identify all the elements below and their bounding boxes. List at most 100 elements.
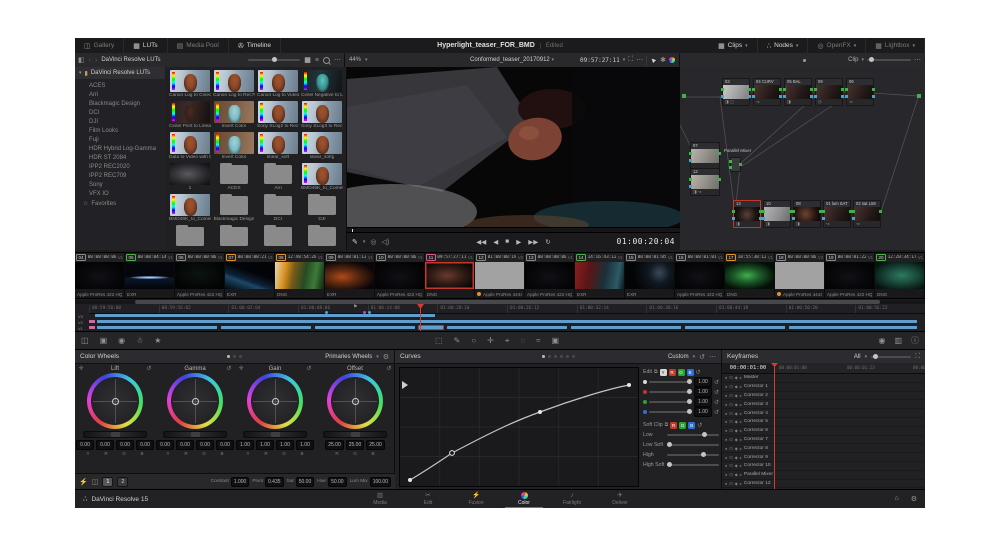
lock-icon[interactable]: ⊡ <box>729 455 732 460</box>
page-tab[interactable]: ▥ Media <box>357 490 403 509</box>
clip-thumbnail[interactable] <box>75 262 124 289</box>
clip-thumbnail[interactable] <box>125 262 174 289</box>
track-label[interactable]: V2 <box>78 320 88 325</box>
highlight-tool-icon[interactable]: ▣ <box>551 336 559 345</box>
gain-master-dial[interactable] <box>243 431 307 438</box>
page-tab[interactable]: ♪ Fairlight <box>549 490 595 509</box>
keyframe-track-row[interactable]: ● ⊡ ◆ ▸ Corrector 9 <box>722 453 925 462</box>
clip-thumbnail[interactable] <box>425 262 474 289</box>
timeline-clip[interactable]: 19 00:00:01:22 V1 Apple ProRes 422 HQ <box>825 253 875 299</box>
bank-1-button[interactable]: 1 <box>102 477 113 487</box>
lut-folder-item[interactable]: Sony <box>75 180 165 189</box>
node-view-dropdown[interactable]: Clip <box>848 57 858 63</box>
clip-thumbnail[interactable] <box>825 262 874 289</box>
lut-folder-item[interactable]: IPP2 REC709 <box>75 171 165 180</box>
flag-icon[interactable]: ★ <box>154 336 161 345</box>
curves-mode-dropdown[interactable]: Custom <box>668 354 689 360</box>
blur-tool-icon[interactable]: ≈ <box>536 336 540 345</box>
keyframe-track-lane[interactable] <box>774 383 925 391</box>
page-tab[interactable]: ✈ Deliver <box>597 490 643 509</box>
keyframe-track-row[interactable]: ● ⊡ ◆ ▸ Parallel Mixer <box>722 471 925 480</box>
hand-tool-icon[interactable]: ✱ <box>660 56 666 64</box>
lut-grid-item[interactable]: Canon Log to Rec709 <box>213 70 255 98</box>
reset-icon[interactable]: ↺ <box>699 353 705 361</box>
corrector-node[interactable]: 08 ◨ <box>793 200 821 228</box>
value-field[interactable]: 1.00 <box>236 440 254 450</box>
enable-dot-icon[interactable]: ● <box>725 384 727 389</box>
audio-mute-icon[interactable]: ◁) <box>382 238 390 246</box>
expand-chevron-icon[interactable]: ▸ <box>740 455 742 460</box>
crosshair-icon[interactable]: ✛ <box>239 365 244 372</box>
scrollbar-thumb[interactable] <box>135 300 880 304</box>
wipe-icon[interactable]: ◉ <box>878 336 885 345</box>
timeline-clip[interactable]: 15 00:00:01:05 V1 EXR <box>625 253 675 299</box>
lock-icon[interactable]: ⊡ <box>729 463 732 468</box>
lut-grid-item[interactable] <box>213 225 255 248</box>
lut-grid-item[interactable]: Invert Color <box>213 101 255 129</box>
grab-still-icon[interactable]: ▣ <box>100 336 108 345</box>
scopes-icon[interactable]: ▥ <box>894 336 902 345</box>
lut-grid-item[interactable]: linear_softg <box>301 132 343 160</box>
corrector-node[interactable]: 10 ◨ <box>763 200 791 228</box>
lut-folder-item[interactable]: IPP2 REC2020 <box>75 162 165 171</box>
keyframe-track-row[interactable]: ● ⊡ ◆ ▸ Corrector 10 <box>722 462 925 471</box>
lut-grid-item[interactable]: linear_soft <box>257 132 299 160</box>
corrector-node[interactable]: 05 BAL ◨ <box>784 78 812 106</box>
keyframes-scale[interactable]: 00:00:01:00 00:00:01:23 00:00:02 <box>775 363 925 373</box>
video-track-v1[interactable] <box>89 326 925 330</box>
enable-dot-icon[interactable]: ● <box>725 411 727 416</box>
playhead-timecode[interactable]: 01:00:20:04 <box>617 237 675 246</box>
channel-g-button[interactable]: G <box>678 369 685 376</box>
settings-gear-icon[interactable]: ⚙ <box>911 495 917 503</box>
keyframe-track-row[interactable]: ● ⊡ ◆ ▸ Corrector 2 <box>722 392 925 401</box>
y-gain-slider[interactable] <box>649 381 692 383</box>
pointer-tool-icon[interactable]: ▲ <box>649 55 659 65</box>
curve-graph[interactable] <box>399 367 639 487</box>
keyframe-track-lane[interactable] <box>774 480 925 488</box>
keyframe-diamond-icon[interactable]: ◆ <box>735 375 738 380</box>
keyframe-track-row[interactable]: ● ⊡ ◆ ▸ Corrector 4 <box>722 409 925 418</box>
panel-toggle-button[interactable]: ◎ OpenFX ▾ <box>808 38 866 53</box>
link-icon[interactable]: ⧉ <box>654 369 658 375</box>
keyframes-filter-dropdown[interactable]: All <box>854 354 861 360</box>
panel-toggle-button[interactable]: ▤ Media Pool <box>168 38 229 53</box>
expand-chevron-icon[interactable]: ▸ <box>740 384 742 389</box>
timeline-clip[interactable]: 05 00:00:04:14 V1 EXR <box>125 253 175 299</box>
keyframe-track-row[interactable]: ● ⊡ ◆ ▸ Master <box>722 374 925 383</box>
keyframe-track-lane[interactable] <box>774 409 925 417</box>
search-icon[interactable] <box>323 57 330 64</box>
lut-folder-item[interactable]: HDR Hybrid Log-Gamma <box>75 144 165 153</box>
keyframe-diamond-icon[interactable]: ◆ <box>735 481 738 486</box>
reset-icon[interactable]: ↺ <box>696 369 701 376</box>
window-tool-icon[interactable]: ○ <box>471 336 476 345</box>
lut-grid-item[interactable] <box>169 225 211 248</box>
stop-icon[interactable]: ■ <box>505 238 509 246</box>
value-field[interactable]: 1.00 <box>694 407 712 417</box>
g-gain-slider[interactable] <box>649 401 692 403</box>
value-field[interactable]: 25.00 <box>325 440 344 450</box>
back-icon[interactable]: ‹ <box>89 57 91 64</box>
clip-thumbnail[interactable] <box>875 262 924 289</box>
keyframe-track-lane[interactable] <box>774 392 925 400</box>
draw-tool-icon[interactable]: ✎ <box>454 336 461 345</box>
link-icon[interactable]: ⧉ <box>665 422 669 428</box>
timeline-clip[interactable]: 08 12:48:54:20 V1 DNG <box>275 253 325 299</box>
adjust-value-field[interactable]: 50.00 <box>328 477 347 487</box>
lut-folder-item[interactable]: DJI <box>75 117 165 126</box>
adjust-value-field[interactable]: 50.00 <box>296 477 315 487</box>
expand-chevron-icon[interactable]: ▸ <box>740 375 742 380</box>
lut-grid-item[interactable]: Invert Color <box>213 132 255 160</box>
value-field[interactable]: 1.00 <box>694 397 712 407</box>
lut-folder-item[interactable]: ACES <box>75 81 165 90</box>
source-timecode[interactable]: 09:57:27:11 <box>580 57 620 64</box>
page-tab[interactable]: Color <box>501 490 547 509</box>
home-icon[interactable]: ⌂ <box>894 495 898 503</box>
lock-icon[interactable]: ⊡ <box>729 402 732 407</box>
low-soft-slider[interactable] <box>667 444 719 446</box>
keyframe-track-row[interactable]: ● ⊡ ◆ ▸ Corrector 5 <box>722 418 925 427</box>
lock-icon[interactable]: ⊡ <box>729 472 732 477</box>
b-gain-slider[interactable] <box>649 411 692 413</box>
corrector-node[interactable]: 09 ◷ <box>815 78 843 106</box>
keyframe-diamond-icon[interactable]: ◆ <box>735 393 738 398</box>
keyframe-track-lane[interactable] <box>774 471 925 479</box>
